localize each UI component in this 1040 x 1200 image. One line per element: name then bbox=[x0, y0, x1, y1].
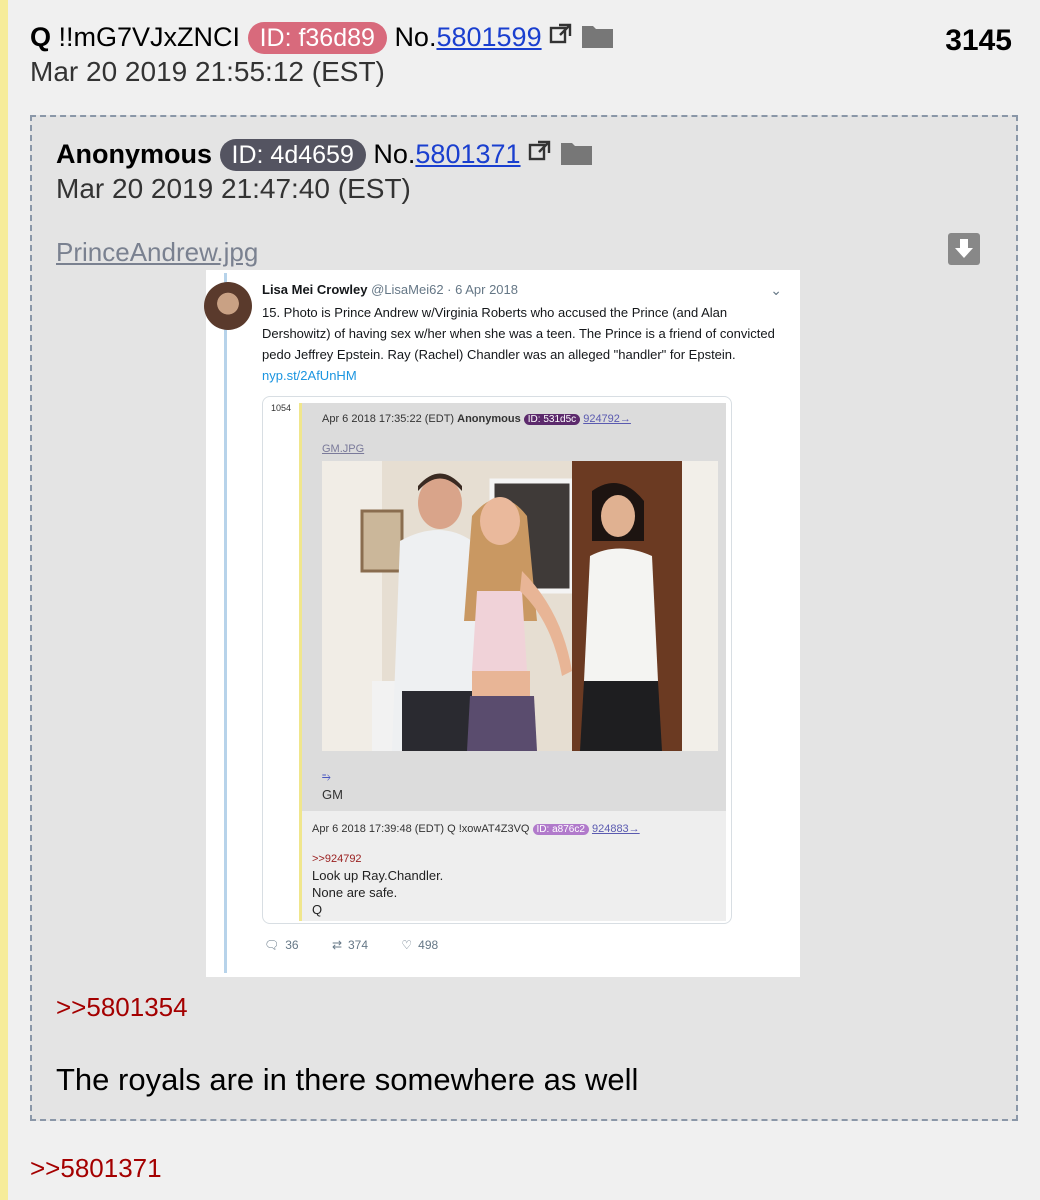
quoted-reply-link[interactable]: >>5801354 bbox=[56, 992, 188, 1023]
embedded-photo bbox=[322, 461, 718, 751]
embedded-post-1: Apr 6 2018 17:35:22 (EDT) Anonymous ID: … bbox=[302, 403, 726, 811]
tweet-actions: 🗨 36 ⇄ 374 ♡ 498 bbox=[264, 938, 468, 952]
post-datetime: Mar 20 2019 21:55:12 (EST) bbox=[30, 56, 385, 87]
reply-action: 🗨 36 bbox=[264, 938, 299, 952]
embedded-thread: Apr 6 2018 17:35:22 (EDT) Anonymous ID: … bbox=[299, 403, 726, 921]
embedded-file-name: GM.JPG bbox=[322, 443, 365, 455]
quoted-poster-id-badge[interactable]: ID: 4d4659 bbox=[219, 139, 366, 171]
embedded-post-2-text: Look up Ray.Chandler. None are safe. Q bbox=[312, 867, 443, 918]
embedded-quote-link: >>924792 bbox=[312, 853, 362, 865]
retweet-icon: ⇄ bbox=[331, 938, 342, 952]
tweet-author: Lisa Mei Crowley bbox=[262, 282, 368, 297]
post-count: 3145 bbox=[945, 24, 1012, 57]
folder-icon[interactable] bbox=[560, 138, 594, 174]
tweet-body: 15. Photo is Prince Andrew w/Virginia Ro… bbox=[262, 305, 775, 362]
embedded-line: None are safe. bbox=[312, 885, 398, 900]
embedded-arrow: ⥱ bbox=[322, 771, 331, 783]
tripcode: !!mG7VJxZNCI bbox=[58, 22, 241, 52]
quoted-post: Anonymous ID: 4d4659 No.5801371 Mar 20 2… bbox=[30, 115, 1018, 1121]
embedded-post-1-meta: Apr 6 2018 17:35:22 (EDT) Anonymous ID: … bbox=[322, 413, 631, 425]
poster-id-badge[interactable]: ID: f36d89 bbox=[247, 22, 387, 54]
attached-image[interactable]: Lisa Mei Crowley @LisaMei62 · 6 Apr 2018… bbox=[204, 270, 800, 977]
embedded-post-2-link: 924883→ bbox=[591, 823, 640, 835]
tweet-link: nyp.st/2AfUnHM bbox=[262, 368, 357, 383]
embedded-post-1-link: 924792→ bbox=[583, 413, 631, 425]
retweet-action: ⇄ 374 bbox=[332, 938, 368, 952]
post-accent-bar bbox=[0, 0, 8, 1200]
post-header: Q !!mG7VJxZNCI ID: f36d89 No.5801599 bbox=[30, 20, 615, 57]
avatar bbox=[204, 282, 252, 330]
post-reply-link[interactable]: >>5801371 bbox=[30, 1153, 162, 1184]
embedded-post-2-id: ID: a876c2 bbox=[532, 824, 589, 835]
quoted-post-number-link[interactable]: 5801371 bbox=[415, 139, 520, 169]
embedded-post-1-name: Anonymous bbox=[457, 413, 521, 425]
card-number: 1054 bbox=[271, 403, 292, 413]
tweet-text: 15. Photo is Prince Andrew w/Virginia Ro… bbox=[262, 302, 782, 386]
chevron-down-icon: ⌄ bbox=[770, 282, 782, 298]
poster-name: Q bbox=[30, 22, 52, 52]
download-icon[interactable] bbox=[948, 233, 980, 265]
embedded-card: 1054 Apr 6 2018 17:35:22 (EDT) Anonymous… bbox=[262, 396, 732, 924]
quoted-datetime: Mar 20 2019 21:47:40 (EST) bbox=[56, 173, 411, 204]
reply-count: 36 bbox=[285, 938, 299, 952]
quoted-message: The royals are in there somewhere as wel… bbox=[56, 1062, 639, 1097]
external-link-icon[interactable] bbox=[528, 137, 552, 171]
post-number-link[interactable]: 5801599 bbox=[436, 22, 541, 52]
embedded-post-2-name: Q !xowAT4Z3VQ bbox=[447, 823, 530, 835]
like-count: 498 bbox=[418, 938, 439, 952]
embedded-post-1-id: ID: 531d5c bbox=[523, 414, 581, 425]
embedded-post-2-meta: Apr 6 2018 17:39:48 (EDT) Q !xowAT4Z3VQ … bbox=[312, 823, 640, 835]
heart-icon: ♡ bbox=[401, 938, 413, 952]
thread-line bbox=[224, 273, 227, 973]
embedded-line: Q bbox=[312, 902, 323, 917]
tweet-author-line: Lisa Mei Crowley @LisaMei62 · 6 Apr 2018 bbox=[262, 282, 518, 297]
embedded-post-1-date: Apr 6 2018 17:35:22 (EDT) bbox=[322, 413, 455, 425]
quoted-number-prefix: No. bbox=[373, 139, 416, 169]
folder-icon[interactable] bbox=[581, 21, 615, 57]
embedded-caption: GM bbox=[322, 787, 343, 802]
quoted-header: Anonymous ID: 4d4659 No.5801371 bbox=[56, 137, 594, 174]
external-link-icon[interactable] bbox=[549, 20, 573, 54]
reply-icon: 🗨 bbox=[264, 938, 280, 952]
attachment-filename-link[interactable]: PrinceAndrew.jpg bbox=[56, 237, 258, 268]
tweet-handle-date: @LisaMei62 · 6 Apr 2018 bbox=[371, 282, 519, 297]
post-number-prefix: No. bbox=[394, 22, 437, 52]
like-action: ♡ 498 bbox=[401, 938, 438, 952]
quoted-poster-name: Anonymous bbox=[56, 139, 213, 169]
embedded-line: Look up Ray.Chandler. bbox=[312, 868, 444, 883]
retweet-count: 374 bbox=[348, 938, 369, 952]
embedded-post-2-date: Apr 6 2018 17:39:48 (EDT) bbox=[312, 823, 445, 835]
